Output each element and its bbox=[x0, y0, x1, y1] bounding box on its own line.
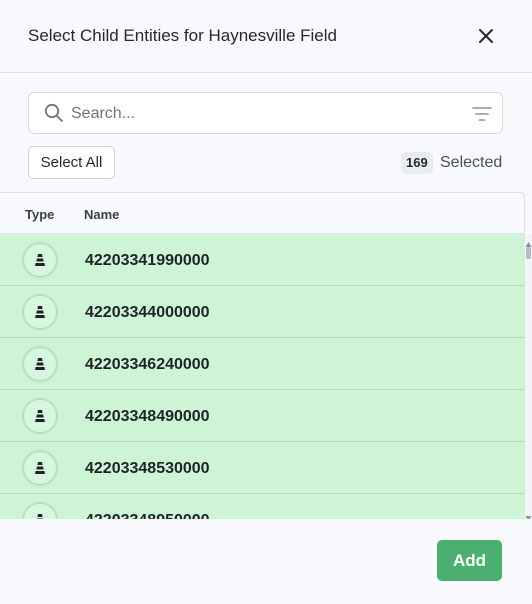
dialog-header: Select Child Entities for Haynesville Fi… bbox=[0, 0, 532, 73]
well-icon bbox=[22, 398, 58, 434]
table-row[interactable]: 42203348530000 bbox=[0, 442, 527, 494]
list-scrollbar[interactable] bbox=[525, 234, 532, 521]
row-name: 42203341990000 bbox=[85, 252, 210, 269]
row-name: 42203348490000 bbox=[85, 408, 210, 425]
table-row[interactable]: 42203348950000 bbox=[0, 494, 527, 519]
row-name: 42203348530000 bbox=[85, 460, 210, 477]
row-name: 42203348950000 bbox=[85, 512, 210, 519]
table-header: Type Name bbox=[0, 192, 525, 234]
filter-icon[interactable] bbox=[472, 106, 492, 122]
dialog-footer: Add bbox=[0, 519, 532, 604]
row-name: 42203344000000 bbox=[85, 304, 210, 321]
select-all-button[interactable]: Select All bbox=[28, 146, 115, 179]
column-header-type: Type bbox=[25, 207, 55, 222]
dialog-title: Select Child Entities for Haynesville Fi… bbox=[28, 26, 337, 45]
select-child-entities-dialog: Select Child Entities for Haynesville Fi… bbox=[0, 0, 532, 604]
search-input[interactable] bbox=[71, 102, 451, 126]
table-row[interactable]: 42203348490000 bbox=[0, 390, 527, 442]
scroll-thumb[interactable] bbox=[526, 247, 531, 259]
table-row[interactable]: 42203341990000 bbox=[0, 234, 527, 286]
entity-list: 42203341990000 42203344000000 4220334624… bbox=[0, 234, 532, 519]
selected-label: Selected bbox=[440, 154, 503, 171]
selected-count-badge: 169 bbox=[401, 152, 433, 174]
well-icon bbox=[22, 294, 58, 330]
well-icon bbox=[22, 346, 58, 382]
add-button[interactable]: Add bbox=[437, 540, 502, 581]
search-box bbox=[28, 92, 503, 134]
well-icon bbox=[22, 502, 58, 519]
scroll-up-arrow-icon[interactable] bbox=[525, 236, 532, 247]
row-name: 42203346240000 bbox=[85, 356, 210, 373]
search-icon bbox=[44, 103, 64, 123]
scroll-down-arrow-icon[interactable] bbox=[525, 509, 532, 521]
well-icon bbox=[22, 242, 58, 278]
close-icon[interactable] bbox=[474, 24, 498, 48]
well-icon bbox=[22, 450, 58, 486]
table-row[interactable]: 42203344000000 bbox=[0, 286, 527, 338]
table-row[interactable]: 42203346240000 bbox=[0, 338, 527, 390]
column-header-name: Name bbox=[84, 207, 120, 222]
